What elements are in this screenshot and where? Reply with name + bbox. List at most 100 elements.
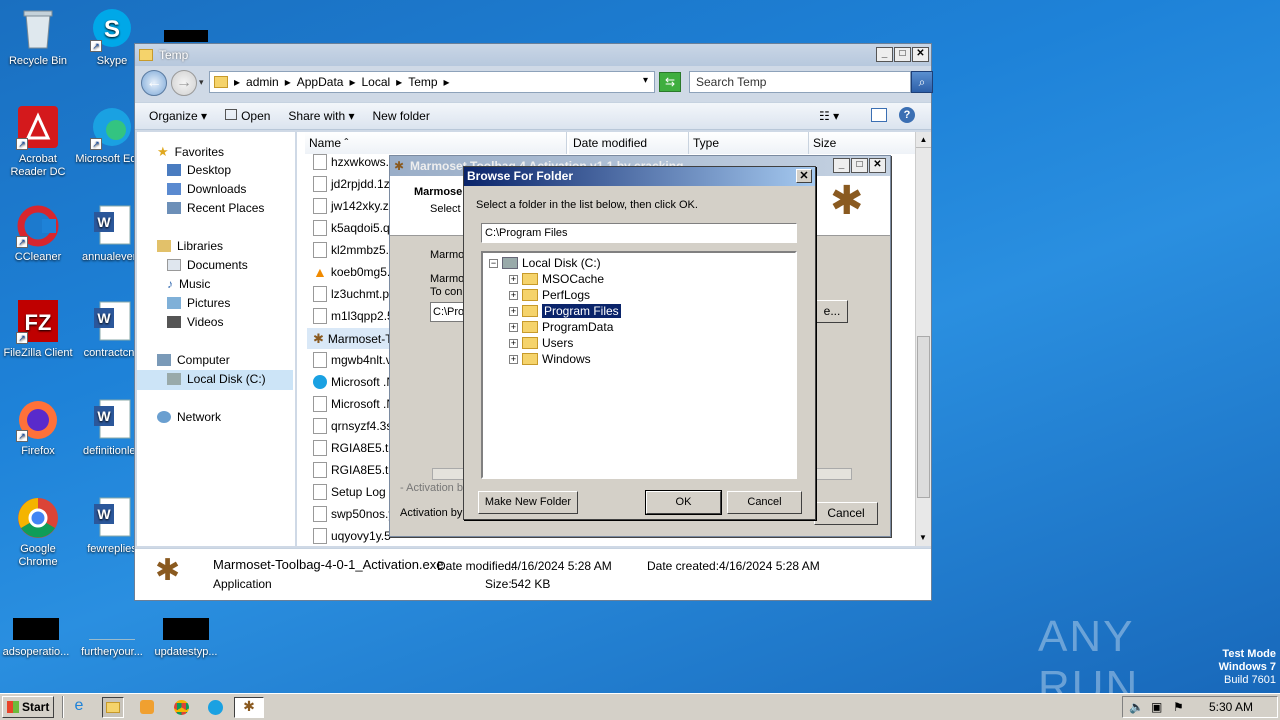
nav-desktop[interactable]: Desktop [167,163,231,177]
recent-pages-dropdown-icon[interactable]: ▾ [199,77,204,88]
column-type[interactable]: Type [689,132,809,154]
activation-cancel-button[interactable]: Cancel [814,502,878,525]
file-row[interactable]: jd2rpjdd.1z [313,174,390,194]
maximize-button[interactable]: □ [851,158,868,173]
expand-icon[interactable]: + [509,290,518,300]
ie-icon[interactable]: e [68,697,90,718]
minimize-button[interactable]: _ [876,47,893,62]
nav-videos[interactable]: Videos [167,315,223,329]
nav-downloads[interactable]: Downloads [167,182,246,196]
breadcrumb-temp[interactable]: Temp [408,75,437,89]
view-options-icon[interactable]: ☷ ▾ [819,109,839,123]
make-new-folder-button[interactable]: Make New Folder [478,491,578,514]
tree-item-folder[interactable]: + ProgramData [509,319,613,335]
file-row[interactable]: Setup Log 2 [313,482,396,502]
file-row[interactable]: swp50nos.y [313,504,394,524]
file-list-scrollbar[interactable]: ▲ ▼ [915,132,931,546]
file-row[interactable]: RGIA8E5.tr [313,460,392,480]
start-button[interactable]: Start [2,696,54,718]
nav-favorites[interactable]: ★ Favorites [157,144,224,160]
nav-network[interactable]: Network [157,410,221,424]
explorer-titlebar[interactable]: Temp _ □ ✕ [135,44,931,66]
tree-item-folder[interactable]: + Users [509,335,573,351]
desktop-icon-filezilla[interactable]: FZ ↗ FileZilla Client [0,300,76,360]
breadcrumb-admin[interactable]: admin [246,75,279,89]
open-button[interactable]: Open [225,109,270,123]
desktop-icon-adsoperatio[interactable]: adsoperatio... [0,608,74,659]
expand-icon[interactable]: + [509,354,518,364]
close-button[interactable]: ✕ [796,169,812,183]
browse-dialog-titlebar[interactable]: Browse For Folder [464,167,815,186]
nav-local-disk[interactable]: Local Disk (C:) [167,372,266,386]
desktop-icon-updatestyp[interactable]: updatestyp... [148,608,224,659]
address-dropdown-icon[interactable]: ▾ [643,75,648,86]
nav-documents[interactable]: Documents [167,258,248,272]
file-row-selected[interactable]: ✱ Marmoset-T [313,329,393,349]
scrollbar-thumb[interactable] [917,336,930,498]
desktop-icon-firefox[interactable]: ↗ Firefox [0,398,76,458]
chrome-taskbar-icon[interactable] [170,697,192,718]
minimize-button[interactable]: _ [833,158,850,173]
clock[interactable]: 5:30 AM [1209,700,1253,714]
maximize-button[interactable]: □ [894,47,911,62]
close-button[interactable]: ✕ [869,158,886,173]
explorer-taskbar-icon[interactable] [102,697,124,718]
desktop-icon-acrobat[interactable]: ↗ Acrobat Reader DC [0,106,76,179]
edge-taskbar-icon[interactable] [204,697,226,718]
scarecrow-taskbar-icon[interactable]: ✱ [234,697,264,718]
nav-music[interactable]: ♪ Music [167,277,210,291]
tree-item-local-disk[interactable]: − Local Disk (C:) [489,255,601,271]
desktop-icon-ccleaner[interactable]: ↗ CCleaner [0,204,76,264]
nav-recent-places[interactable]: Recent Places [167,201,264,215]
file-row[interactable]: Microsoft .N [313,372,395,392]
folder-path-input[interactable]: C:\Program Files [481,223,797,243]
file-row[interactable]: k5aqdoi5.q [313,218,390,238]
file-row[interactable]: kl2mmbz5.r [313,240,393,260]
desktop-icon-furtheryour[interactable]: furtheryour... [74,608,150,659]
tree-item-folder[interactable]: + Windows [509,351,591,367]
tree-item-folder[interactable]: + MSOCache [509,271,604,287]
browse-button[interactable]: e... [816,300,848,323]
breadcrumb-local[interactable]: Local [361,75,390,89]
file-row[interactable]: hzxwkows.c [313,152,395,172]
file-row[interactable]: lz3uchmt.p [313,284,389,304]
file-row[interactable]: Microsoft .N [313,394,395,414]
breadcrumb-appdata[interactable]: AppData [297,75,344,89]
share-with-button[interactable]: Share with ▾ [288,109,354,123]
ok-button[interactable]: OK [645,490,722,515]
network-tray-icon[interactable]: ▣ [1151,700,1162,714]
new-folder-button[interactable]: New folder [372,109,429,123]
column-name[interactable]: Name ˆ [305,132,567,154]
search-icon[interactable]: ⌕ [911,71,933,93]
forward-button[interactable]: → [171,70,197,96]
file-row[interactable]: mgwb4nlt.v [313,350,392,370]
file-row[interactable]: jw142xky.z [313,196,389,216]
expand-icon[interactable]: + [509,338,518,348]
nav-computer[interactable]: Computer [157,353,230,367]
help-icon[interactable]: ? [899,107,915,123]
expand-icon[interactable]: + [509,274,518,284]
scroll-down-icon[interactable]: ▼ [916,530,930,546]
refresh-icon[interactable]: ⇆ [659,72,681,92]
column-date-modified[interactable]: Date modified [569,132,689,154]
tree-item-folder[interactable]: + PerfLogs [509,287,590,303]
nav-pictures[interactable]: Pictures [167,296,230,310]
organize-button[interactable]: Organize ▾ [149,109,207,123]
nav-libraries[interactable]: Libraries [157,239,223,253]
expand-icon[interactable]: + [509,322,518,332]
file-row[interactable]: qrnsyzf4.3s [313,416,392,436]
tree-item-folder-selected[interactable]: + Program Files [509,303,621,319]
desktop-icon-recycle-bin[interactable]: Recycle Bin [0,8,76,68]
back-button[interactable]: ← [141,70,167,96]
scroll-up-icon[interactable]: ▲ [916,132,931,148]
file-row[interactable]: RGIA8E5.tr [313,438,392,458]
action-center-flag-icon[interactable]: ⚑ [1173,700,1184,714]
address-bar[interactable]: ▸ admin ▸ AppData ▸ Local ▸ Temp ▸ ▾ [209,71,655,93]
preview-pane-icon[interactable] [871,108,887,122]
file-row[interactable]: uqyovy1y.5 [313,526,391,546]
cancel-button[interactable]: Cancel [727,491,802,514]
file-row[interactable]: ▲ koeb0mg5.r [313,262,394,282]
expand-icon[interactable]: + [509,306,518,316]
collapse-icon[interactable]: − [489,258,498,268]
search-input[interactable]: Search Temp [689,71,911,93]
